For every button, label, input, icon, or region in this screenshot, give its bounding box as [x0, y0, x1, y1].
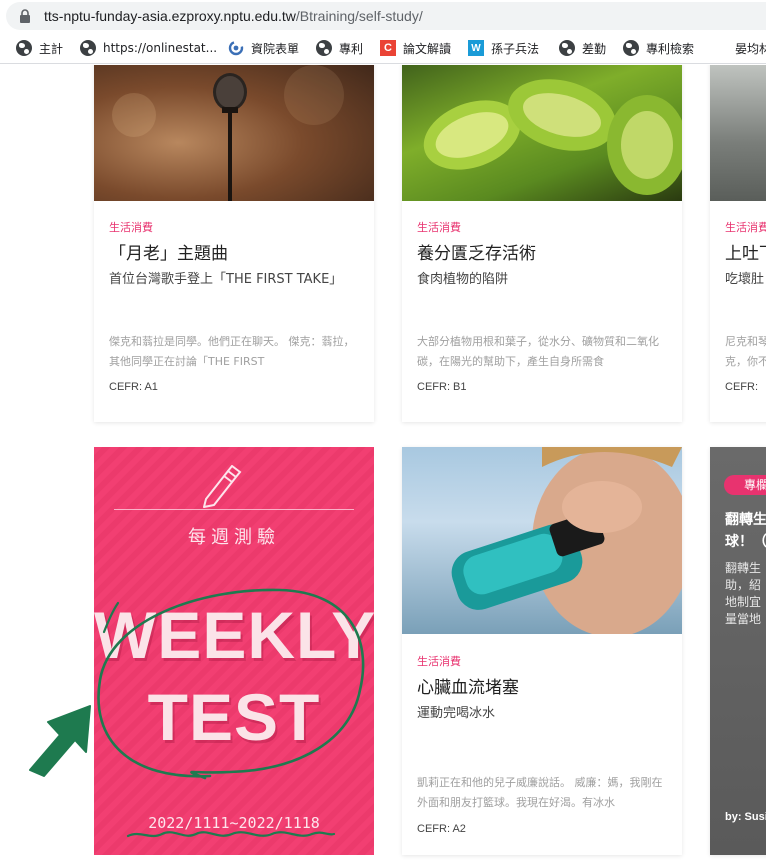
bookmark-label: 主計	[39, 41, 64, 56]
card-cefr-level: CEFR: A1	[109, 381, 158, 393]
card-image	[402, 65, 682, 201]
card-category: 生活消費	[417, 655, 461, 668]
weekly-test-date-range: 2022/1111~2022/1118	[148, 814, 320, 832]
card-category: 生活消費	[109, 221, 153, 234]
weekly-test-title-line2: TEST	[147, 680, 321, 754]
card-cefr-level: CEFR: B1	[417, 381, 467, 393]
card-excerpt: 凱莉正在和他的兒子威廉說話。 威廉：媽，我剛在外面和朋友打籃球。我現在好渴。有冰…	[417, 776, 663, 809]
column-title-line1: 翻轉生	[725, 512, 766, 528]
weekly-test-zh-title: 每週測驗	[188, 527, 280, 548]
url-text[interactable]: tts-nptu-funday-asia.ezproxy.nptu.edu.tw…	[44, 8, 423, 24]
url-path: /Btraining/self-study/	[295, 8, 423, 24]
article-card[interactable]: 生活消費 「月老」主題曲 首位台灣歌手登上「THE FIRST TAKE」 傑克…	[94, 65, 374, 422]
c-logo-icon: C	[380, 40, 396, 56]
article-card[interactable]: 生活消費 上吐下 吃壞肚 尼克和琴克，你不 CEFR:	[710, 65, 766, 422]
article-grid: 生活消費 「月老」主題曲 首位台灣歌手登上「THE FIRST TAKE」 傑克…	[0, 65, 766, 860]
globe-icon	[80, 40, 96, 56]
pencil-icon	[203, 465, 242, 508]
drinking-boy-icon	[451, 447, 682, 634]
globe-icon	[16, 40, 32, 56]
microphone-icon	[112, 65, 344, 201]
column-title-line2: 球！（	[725, 534, 766, 550]
column-badge: 專欄	[724, 475, 766, 495]
url-host: tts-nptu-funday-asia.ezproxy.nptu.edu.tw	[44, 8, 296, 24]
url-field[interactable]: tts-nptu-funday-asia.ezproxy.nptu.edu.tw…	[6, 2, 766, 30]
bookmark-label: 專利檢索	[646, 41, 695, 56]
column-body-line: 翻轉生	[725, 561, 762, 575]
bookmark-item[interactable]: 專利檢索	[623, 39, 694, 57]
card-subtitle: 首位台灣歌手登上「THE FIRST TAKE」	[109, 272, 343, 287]
card-cefr-level: CEFR: A2	[417, 823, 466, 835]
divider	[114, 509, 354, 510]
bookmark-item[interactable]: https://onlinestat...	[80, 39, 217, 57]
column-body-line: 地制宜	[725, 595, 762, 609]
bookmark-label: 資院表單	[251, 41, 300, 56]
column-author: by: Susi	[725, 811, 766, 823]
card-image	[94, 65, 374, 201]
card-category: 生活消費	[417, 221, 461, 234]
article-card[interactable]: 生活消費 心臟血流堵塞 運動完喝冰水 凱莉正在和他的兒子威廉說話。 威廉：媽，我…	[402, 447, 682, 855]
column-body-line: 量當地	[725, 612, 762, 626]
bookmarks-bar: 主計 https://onlinestat... 資院表單 專利 C 論文解讀 …	[0, 32, 766, 64]
card-subtitle: 吃壞肚	[725, 272, 765, 287]
bookmark-label: 專利	[339, 41, 364, 56]
bookmark-label: https://onlinestat...	[103, 41, 218, 55]
bookmark-item[interactable]: 差勤	[559, 39, 606, 57]
bookmark-item[interactable]: 晏均林	[735, 39, 766, 57]
bookmark-label: 差勤	[582, 41, 607, 56]
globe-icon	[623, 40, 639, 56]
card-image	[402, 447, 682, 634]
weekly-test-title-line1: WEEKLY	[94, 598, 374, 672]
card-cefr-level: CEFR:	[725, 381, 758, 393]
card-subtitle: 食肉植物的陷阱	[417, 272, 509, 287]
lock-icon[interactable]	[19, 9, 31, 23]
column-body: 翻轉生 助，紹 地制宜 量當地	[725, 560, 761, 628]
card-category: 生活消費	[725, 221, 766, 234]
article-card[interactable]: 生活消費 養分匱乏存活術 食肉植物的陷阱 大部分植物用根和葉子，從水分、礦物質和…	[402, 65, 682, 422]
bookmark-item[interactable]: 主計	[16, 39, 63, 57]
card-subtitle: 運動完喝冰水	[417, 706, 496, 721]
browser-address-bar: tts-nptu-funday-asia.ezproxy.nptu.edu.tw…	[0, 0, 766, 32]
card-excerpt: 傑克和蓊拉是同學。他們正在聊天。 傑克：蓊拉，其他同學正在討論「THE FIRS…	[109, 335, 355, 368]
globe-icon	[559, 40, 575, 56]
bookmark-label: 論文解讀	[403, 41, 452, 56]
venus-flytrap-icon	[423, 79, 682, 195]
bookmark-label: 孫子兵法	[491, 41, 540, 56]
column-card[interactable]: 專欄 翻轉生 球！（ 翻轉生 助，紹 地制宜 量當地 by: Susi	[710, 447, 766, 855]
card-title: 上吐下	[725, 244, 766, 264]
card-title: 養分匱乏存活術	[417, 244, 536, 264]
bookmark-item[interactable]: C 論文解讀	[380, 39, 451, 57]
bookmark-item[interactable]: 專利	[316, 39, 363, 57]
swirl-icon	[228, 40, 244, 56]
globe-icon	[316, 40, 332, 56]
weekly-test-banner[interactable]: 每週測驗 WEEKLY TEST 2022/1111~2022/1118	[94, 447, 374, 855]
card-image	[710, 65, 766, 201]
card-excerpt: 尼克和琴克，你不	[725, 335, 766, 368]
card-excerpt: 大部分植物用根和葉子，從水分、礦物質和二氧化碳，在陽光的幫助下，產生自身所需食	[417, 335, 659, 368]
bookmark-item[interactable]: 資院表單	[228, 39, 299, 57]
card-title: 「月老」主題曲	[109, 244, 228, 264]
w-logo-icon: W	[468, 40, 484, 56]
card-title: 心臟血流堵塞	[417, 678, 519, 698]
bookmark-item[interactable]: W 孫子兵法	[468, 39, 539, 57]
column-body-line: 助，紹	[725, 578, 762, 592]
bookmark-label: 晏均林	[735, 41, 766, 56]
